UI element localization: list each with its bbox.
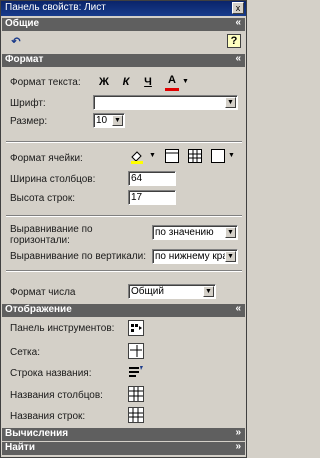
undo-icon[interactable]: ↶ [8,34,24,50]
font-color-bar [165,88,179,91]
chevron-down-icon[interactable]: ▼ [182,78,189,85]
toolbar-toggle-icon[interactable] [128,320,144,336]
valign-select[interactable]: по нижнему кра ▼ [152,249,238,264]
divider [6,141,242,143]
section-find-header[interactable]: Найти » [2,441,245,455]
section-display-label: Отображение [5,304,72,315]
underline-button[interactable]: Ч [140,74,156,90]
title-bar-label: Строка названия: [10,368,92,379]
row-headers-label: Названия строк: [10,411,86,422]
grid-label: Сетка: [10,347,40,358]
chevron-down-icon[interactable]: ▼ [225,227,236,238]
window-title: Панель свойств: Лист [5,2,106,13]
row-height-input[interactable]: 17 [128,190,176,205]
outline-icon[interactable] [210,148,226,164]
chevron-down-icon[interactable]: ▼ [112,115,123,126]
font-select[interactable]: ▼ [93,95,238,110]
section-format-body: Формат текста: Ж К Ч A ▼ Шрифт: ▼ Размер… [2,68,245,303]
halign-value: по значению [155,227,214,238]
col-headers-label: Названия столбцов: [10,390,103,401]
expand-icon[interactable]: » [235,427,241,438]
size-value: 10 [96,115,108,126]
bold-button[interactable]: Ж [96,74,112,90]
italic-button[interactable]: К [118,74,134,90]
divider [6,215,242,217]
chevron-down-icon[interactable]: ▼ [203,286,214,297]
section-general-label: Общие [5,18,40,29]
fill-color-icon[interactable] [129,148,145,164]
property-panel-window: Панель свойств: Лист x Общие « ↶ ? Форма… [0,0,247,458]
section-calc-label: Вычисления [5,428,69,439]
section-format-label: Формат [5,54,44,65]
divider [6,270,242,272]
row-headers-toggle-icon[interactable] [128,407,144,423]
size-label: Размер: [10,116,48,127]
col-headers-toggle-icon[interactable] [128,386,144,402]
size-select[interactable]: 10 ▼ [93,113,125,128]
valign-value: по нижнему кра [155,251,228,262]
valign-label: Выравнивание по вертикали: [10,251,146,262]
help-icon[interactable]: ? [227,34,241,48]
section-calc-header[interactable]: Вычисления » [2,427,245,441]
section-format-header[interactable]: Формат « [2,53,245,67]
section-find-label: Найти [5,442,35,453]
col-width-value: 64 [131,173,143,184]
font-label: Шрифт: [10,98,46,109]
section-general-body: ↶ ? [2,32,245,52]
number-format-label: Формат числа [10,287,76,298]
halign-select[interactable]: по значению ▼ [152,225,238,240]
text-format-label: Формат текста: [10,77,81,88]
row-height-value: 17 [131,192,143,203]
expand-icon[interactable]: » [235,441,241,452]
collapse-icon[interactable]: « [235,17,241,28]
halign-label: Выравнивание по горизонтали: [10,224,93,246]
chevron-down-icon[interactable]: ▼ [149,152,156,159]
font-color-button[interactable]: A [164,72,180,88]
toolbar-label: Панель инструментов: [10,323,115,334]
cell-format-label: Формат ячейки: [10,153,83,164]
chevron-down-icon[interactable]: ▼ [225,97,236,108]
borders-icon[interactable] [164,148,180,164]
section-display-body: Панель инструментов: Сетка: Строка назва… [2,318,245,425]
chevron-down-icon[interactable]: ▼ [225,251,236,262]
grid-toggle-icon[interactable] [128,343,144,359]
title-bar[interactable]: Панель свойств: Лист x [1,1,246,16]
chevron-down-icon[interactable]: ▼ [228,152,235,159]
close-icon[interactable]: x [232,2,244,14]
section-display-header[interactable]: Отображение « [2,303,245,317]
collapse-icon[interactable]: « [235,303,241,314]
title-bar-toggle-icon[interactable] [128,364,144,380]
col-width-label: Ширина столбцов: [10,174,96,185]
grid-borders-icon[interactable] [187,148,203,164]
row-height-label: Высота строк: [10,193,75,204]
number-format-value: Общий [131,286,164,297]
col-width-input[interactable]: 64 [128,171,176,186]
section-general-header[interactable]: Общие « [2,17,245,31]
number-format-select[interactable]: Общий ▼ [128,284,216,299]
collapse-icon[interactable]: « [235,53,241,64]
